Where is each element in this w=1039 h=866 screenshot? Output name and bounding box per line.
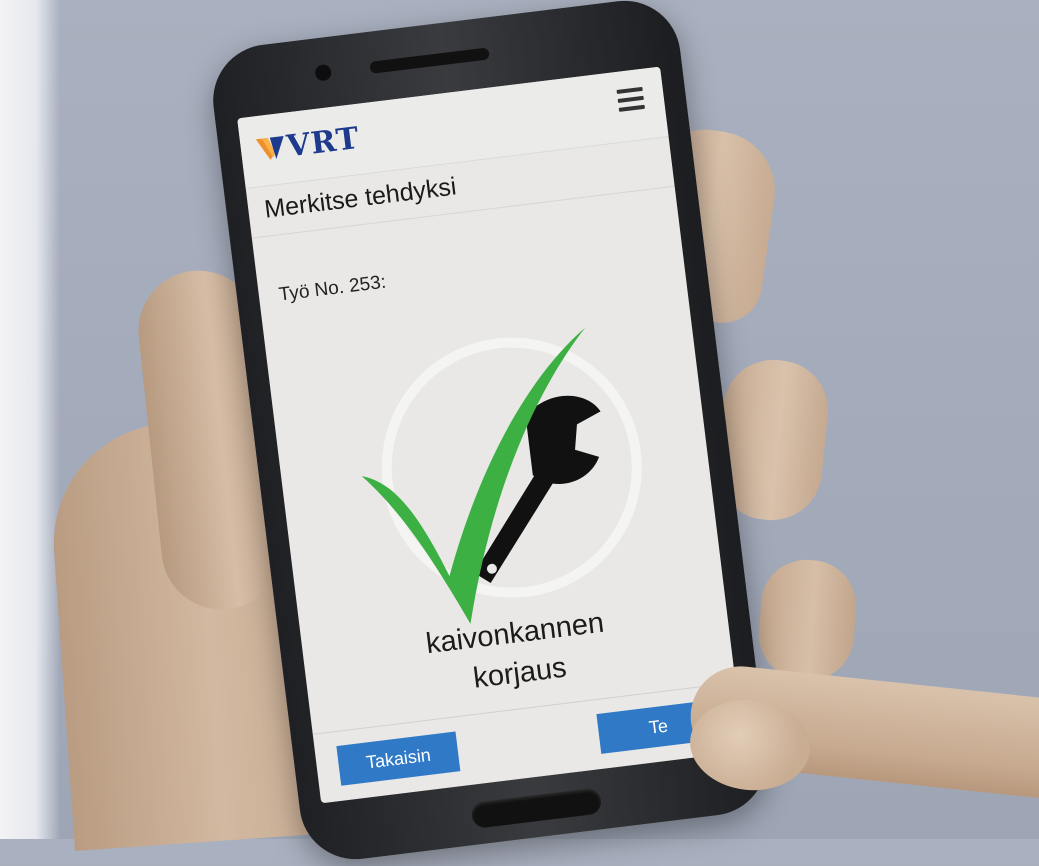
scene: VRT Merkitse tehdyksi Työ No. 253: kaivo… [0,0,1039,866]
wrench-circle [381,337,642,598]
hamburger-menu-icon[interactable] [616,86,646,112]
back-button[interactable]: Takaisin [336,731,461,786]
phone: VRT Merkitse tehdyksi Työ No. 253: kaivo… [206,0,774,866]
phone-screen: VRT Merkitse tehdyksi Työ No. 253: kaivo… [237,66,745,804]
vrt-logo-mark-icon [255,135,284,160]
vrt-logo[interactable]: VRT [255,120,362,168]
background-corner [0,0,60,839]
job-number-label: Työ No. 253: [277,271,388,306]
hand-finger [755,556,860,684]
logo-text: VRT [284,120,362,165]
